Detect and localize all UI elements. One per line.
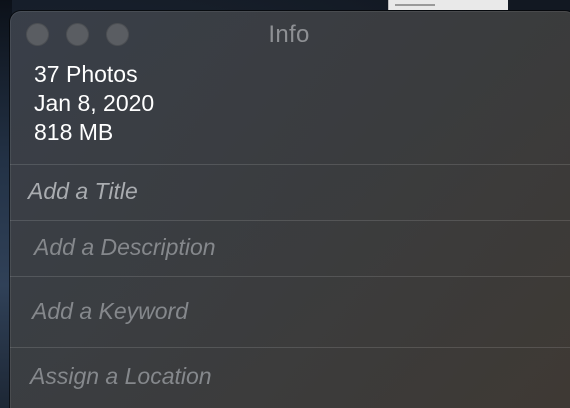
location-field[interactable]: Assign a Location [30, 363, 212, 390]
desktop-wallpaper-strip [508, 0, 570, 10]
description-field[interactable]: Add a Description [34, 234, 216, 261]
title-field[interactable]: Add a Title [28, 178, 138, 205]
title-field-row[interactable]: Add a Title [10, 164, 570, 221]
keyword-field[interactable]: Add a Keyword [32, 298, 188, 325]
info-window: Info 37 Photos Jan 8, 2020 818 MB Add a … [10, 11, 570, 408]
photo-date: Jan 8, 2020 [34, 90, 155, 116]
photo-size: 818 MB [34, 119, 114, 145]
photo-summary: 37 Photos Jan 8, 2020 818 MB [34, 60, 154, 147]
titlebar[interactable]: Info [10, 11, 570, 57]
desktop-document-window [388, 0, 510, 10]
photo-count: 37 Photos [34, 61, 138, 87]
location-field-row[interactable]: Assign a Location [10, 347, 570, 408]
window-title: Info [268, 21, 310, 48]
keyword-field-row[interactable]: Add a Keyword [10, 276, 570, 347]
description-field-row[interactable]: Add a Description [10, 220, 570, 276]
